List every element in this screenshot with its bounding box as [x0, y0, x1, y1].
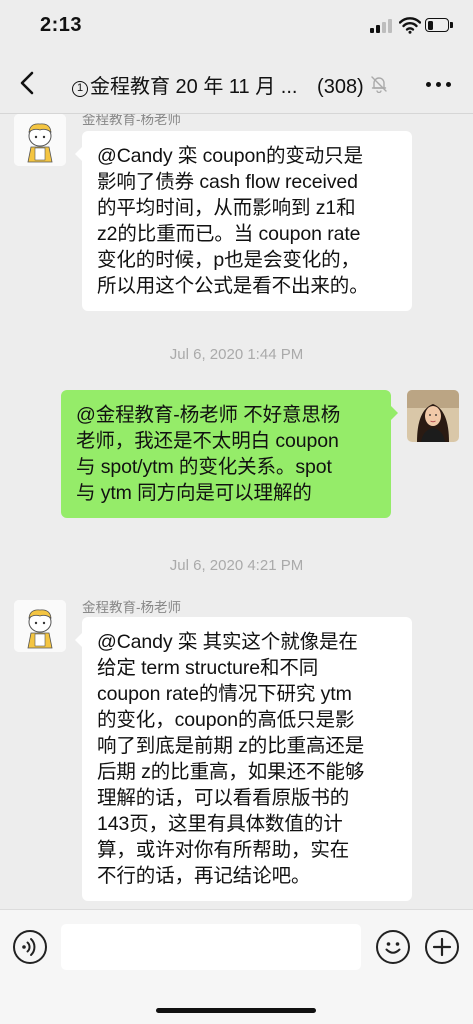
message-line: 不行的话，再记结论吧。 — [97, 865, 311, 887]
voice-icon — [22, 938, 36, 956]
chat-header: 1 金程教育 20 年 11 月 ... (308) — [0, 52, 473, 114]
more-button[interactable] — [422, 72, 456, 96]
sender-name: 金程教育-杨老师 — [82, 114, 181, 127]
message-line: 的变化，coupon的高低只是影 — [97, 709, 355, 731]
message-line: @金程教育-杨老师 不好意思杨 — [76, 404, 341, 426]
voice-button[interactable] — [13, 930, 47, 964]
sender-name: 金程教育-杨老师 — [82, 600, 181, 615]
wifi-icon — [399, 17, 421, 34]
message-input[interactable] — [61, 924, 361, 970]
message-line: 所以用这个公式是看不出来的。 — [97, 275, 369, 297]
timestamp: Jul 6, 2020 4:21 PM — [169, 557, 304, 574]
message-line: 给定 term structure和不同 — [97, 657, 319, 679]
sender-avatar[interactable] — [14, 114, 66, 166]
message-bubble-outgoing[interactable]: @金程教育-杨老师 不好意思杨 老师，我还是不太明白 coupon 与 spot… — [61, 390, 398, 518]
message-line: 变化的时候，p也是会变化的， — [97, 249, 360, 271]
message-line: coupon rate的情况下研究 ytm — [97, 683, 352, 705]
emoji-icon — [385, 942, 401, 954]
message-line: 的平均时间，从而影响到 z1和 — [97, 197, 356, 219]
message-line: 影响了债券 cash flow received — [97, 171, 358, 193]
emoji-button[interactable] — [376, 930, 410, 964]
message-line: 响了到底是前期 z的比重高还是 — [97, 735, 365, 757]
message-line: 143页，这里有具体数值的计 — [97, 813, 343, 835]
my-avatar[interactable] — [407, 390, 459, 442]
message-line: 老师，我还是不太明白 coupon — [76, 430, 339, 452]
group-name: 金程教育 20 年 11 月 ... — [90, 76, 298, 98]
message-bubble-incoming[interactable]: @Candy 栾 coupon的变动只是 影响了债券 cash flow rec… — [75, 131, 412, 311]
plus-button[interactable] — [425, 930, 459, 964]
message-line: 后期 z的比重高，如果还不能够 — [97, 761, 365, 783]
sender-avatar[interactable] — [14, 600, 66, 652]
status-bar: 2:13 — [0, 0, 473, 52]
message-line: 与 spot/ytm 的变化关系。spot — [76, 456, 332, 478]
message-line: 算，或许对你有所帮助，实在 — [97, 839, 350, 861]
battery-level — [427, 20, 434, 30]
title-badge: 1 — [72, 81, 88, 97]
back-button[interactable] — [14, 68, 42, 98]
message-bubble-incoming[interactable]: @Candy 栾 其实这个就像是在 给定 term structure和不同 c… — [75, 617, 412, 901]
input-bar — [0, 909, 473, 1024]
message-line: 理解的话，可以看看原版书的 — [97, 787, 350, 809]
cellular-signal-icon — [370, 19, 394, 33]
message-line: z2的比重而已。当 coupon rate — [97, 223, 361, 245]
plus-icon — [432, 937, 452, 957]
battery-icon — [425, 18, 453, 34]
bell-slash-icon — [371, 76, 387, 93]
chat-title[interactable]: 1 金程教育 20 年 11 月 ... (308) — [72, 70, 402, 99]
timestamp: Jul 6, 2020 1:44 PM — [169, 346, 304, 363]
message-line: @Candy 栾 coupon的变动只是 — [97, 145, 363, 167]
member-count: (308) — [317, 76, 364, 98]
message-line: @Candy 栾 其实这个就像是在 — [97, 631, 358, 653]
message-line: 与 ytm 同方向是可以理解的 — [76, 482, 312, 504]
message-list[interactable]: 金程教育-杨老师 @Candy 栾 coupon的变动只是 影响了债券 cash… — [0, 114, 473, 909]
status-time: 2:13 — [40, 14, 83, 36]
home-indicator[interactable] — [156, 1008, 316, 1013]
